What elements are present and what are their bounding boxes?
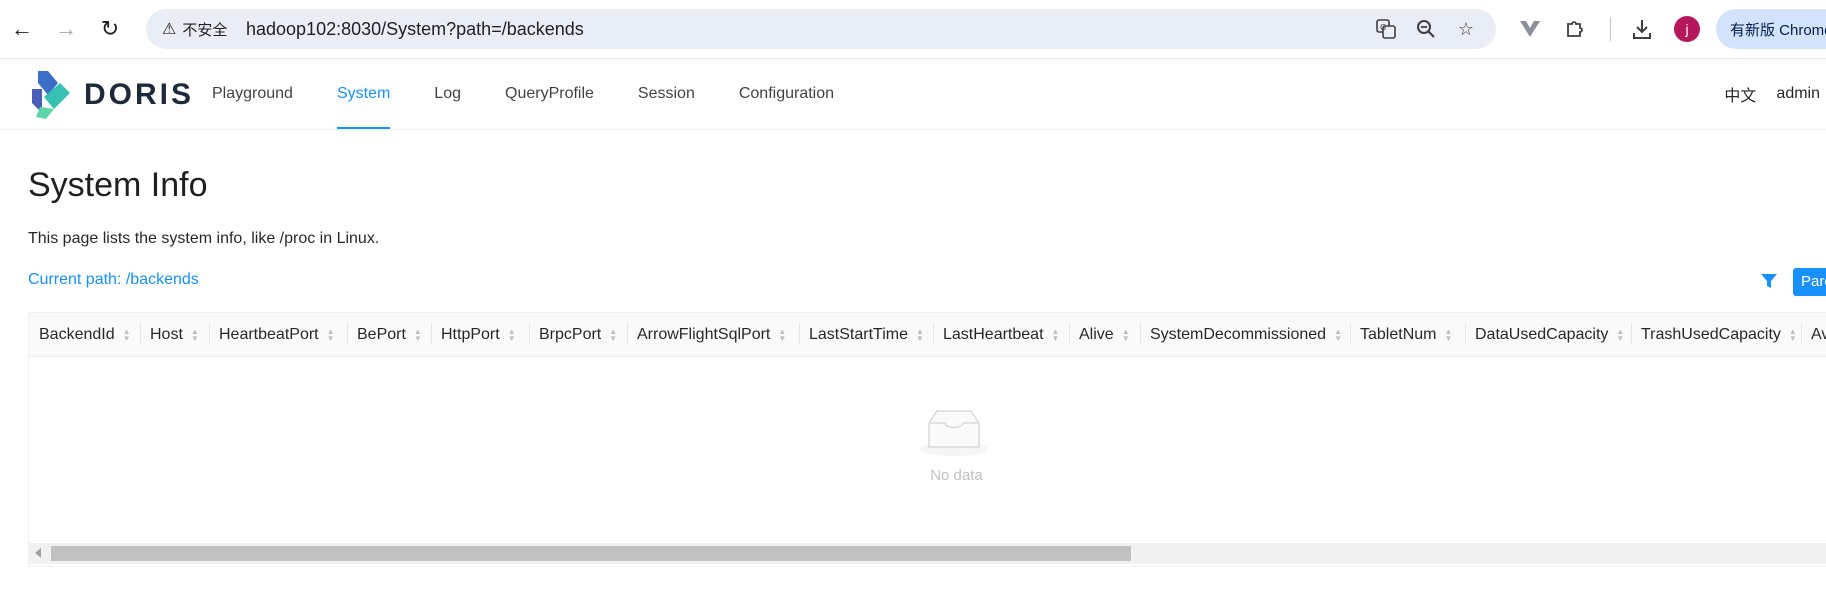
- sort-icon[interactable]: ▲ ▼: [1789, 327, 1797, 342]
- user-menu[interactable]: admin: [1776, 85, 1820, 103]
- sort-icon[interactable]: ▲ ▼: [1122, 327, 1130, 342]
- bookmark-star-icon[interactable]: ☆: [1454, 17, 1478, 41]
- sort-icon[interactable]: ▲ ▼: [916, 327, 924, 342]
- sort-icon[interactable]: ▲ ▼: [508, 327, 516, 342]
- empty-state: No data: [29, 357, 1826, 543]
- page-description: This page lists the system info, like /p…: [28, 230, 380, 247]
- nav-item-configuration[interactable]: Configuration: [717, 59, 856, 129]
- reload-icon: ↻: [100, 16, 120, 41]
- column-header[interactable]: BrpcPort ▲ ▼: [529, 313, 627, 356]
- column-header[interactable]: Av: [1801, 313, 1826, 356]
- empty-text: No data: [930, 467, 983, 484]
- column-header[interactable]: Host ▲ ▼: [140, 313, 209, 356]
- language-switch[interactable]: 中文: [1724, 82, 1756, 106]
- security-chip[interactable]: ⚠ 不安全: [156, 15, 233, 43]
- column-header[interactable]: DataUsedCapacity ▲ ▼: [1465, 313, 1631, 356]
- column-header[interactable]: Alive ▲ ▼: [1069, 313, 1140, 356]
- back-button[interactable]: ←: [6, 13, 38, 45]
- column-header[interactable]: SystemDecommissioned ▲ ▼: [1140, 313, 1350, 356]
- parent-button[interactable]: Parent: [1793, 268, 1826, 296]
- sort-icon[interactable]: ▲ ▼: [123, 327, 131, 342]
- column-header[interactable]: TrashUsedCapacity ▲ ▼: [1631, 313, 1801, 356]
- security-label: 不安全: [182, 21, 228, 39]
- nav-item-log[interactable]: Log: [412, 59, 483, 129]
- translate-icon[interactable]: G: [1374, 17, 1398, 41]
- reload-button[interactable]: ↻: [94, 13, 126, 45]
- main-nav: Playground System Log QueryProfile Sessi…: [190, 59, 856, 129]
- logo-text: DORIS: [84, 78, 195, 111]
- address-bar[interactable]: ⚠ 不安全 hadoop102:8030/System?path=/backen…: [146, 9, 1496, 49]
- profile-avatar[interactable]: j: [1674, 16, 1700, 42]
- sort-icon[interactable]: ▲ ▼: [191, 327, 199, 342]
- sort-icon[interactable]: ▲ ▼: [1616, 327, 1624, 342]
- sort-icon[interactable]: ▲ ▼: [609, 327, 617, 342]
- header-right: 中文 admin: [1724, 59, 1826, 129]
- column-header[interactable]: ArrowFlightSqlPort ▲ ▼: [627, 313, 799, 356]
- backends-table: BackendId ▲ ▼ Host ▲ ▼ HeartbeatPort ▲ ▼ BePor…: [28, 312, 1826, 567]
- scroll-left-arrow-icon[interactable]: [35, 548, 41, 558]
- browser-toolbar: ← → ↻ ⚠ 不安全 hadoop102:8030/System?path=/…: [0, 0, 1826, 59]
- column-header[interactable]: LastStartTime ▲ ▼: [799, 313, 933, 356]
- zoom-icon[interactable]: [1414, 17, 1438, 41]
- nav-item-playground[interactable]: Playground: [190, 59, 315, 129]
- column-header[interactable]: LastHeartbeat ▲ ▼: [933, 313, 1069, 356]
- table-header: BackendId ▲ ▼ Host ▲ ▼ HeartbeatPort ▲ ▼ BePor…: [29, 313, 1826, 357]
- doris-logo[interactable]: DORIS: [30, 69, 194, 121]
- sort-icon[interactable]: ▲ ▼: [1052, 327, 1060, 342]
- sort-icon[interactable]: ▲ ▼: [778, 327, 786, 342]
- doris-logo-icon: [32, 71, 70, 119]
- column-header[interactable]: TabletNum ▲ ▼: [1350, 313, 1465, 356]
- column-header[interactable]: HeartbeatPort ▲ ▼: [209, 313, 347, 356]
- inbox-empty-icon: [920, 410, 988, 456]
- sort-icon[interactable]: ▲ ▼: [1334, 327, 1342, 342]
- nav-item-queryprofile[interactable]: QueryProfile: [483, 59, 616, 129]
- downloads-icon[interactable]: [1626, 13, 1658, 45]
- column-header[interactable]: BePort ▲ ▼: [347, 313, 431, 356]
- extension-v-icon[interactable]: [1514, 13, 1546, 45]
- horizontal-scrollbar[interactable]: [29, 543, 1826, 564]
- svg-text:G: G: [1380, 23, 1386, 32]
- arrow-left-icon: ←: [11, 16, 33, 41]
- current-path-link[interactable]: Current path: /backends: [28, 271, 199, 289]
- forward-button[interactable]: →: [50, 13, 82, 45]
- nav-item-session[interactable]: Session: [616, 59, 717, 129]
- app-header: DORIS Playground System Log QueryProfile…: [0, 59, 1826, 130]
- page-title: System Info: [28, 166, 208, 204]
- filter-icon[interactable]: [1760, 272, 1778, 290]
- scrollbar-thumb[interactable]: [51, 546, 1131, 561]
- arrow-right-icon: →: [55, 16, 77, 41]
- column-header[interactable]: HttpPort ▲ ▼: [431, 313, 529, 356]
- nav-item-system[interactable]: System: [315, 59, 412, 129]
- url-text[interactable]: hadoop102:8030/System?path=/backends: [246, 19, 584, 40]
- profile-initial: j: [1685, 21, 1689, 37]
- toolbar-separator: [1610, 17, 1611, 41]
- sort-icon[interactable]: ▲ ▼: [1444, 327, 1452, 342]
- column-header[interactable]: BackendId ▲ ▼: [29, 313, 140, 356]
- sort-icon[interactable]: ▲ ▼: [414, 327, 422, 342]
- sort-icon[interactable]: ▲ ▼: [327, 327, 335, 342]
- update-chrome-button[interactable]: 有新版 Chrome: [1716, 9, 1826, 49]
- warning-icon: ⚠: [162, 21, 177, 38]
- extensions-puzzle-icon[interactable]: [1559, 13, 1591, 45]
- update-label: 有新版 Chrome: [1730, 21, 1826, 39]
